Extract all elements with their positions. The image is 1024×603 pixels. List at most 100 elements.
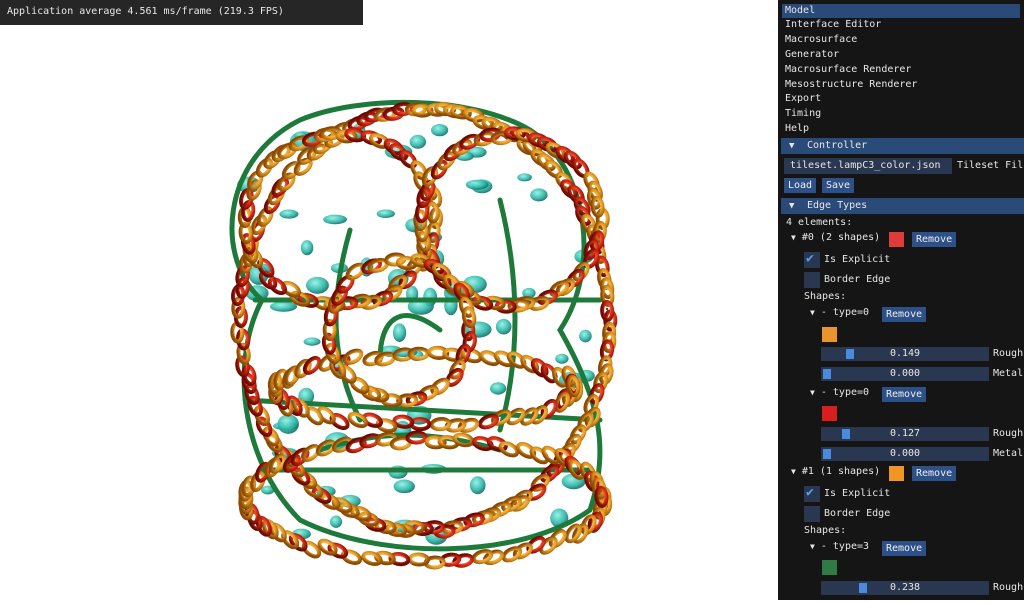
controller-header[interactable]: ▼ Controller bbox=[781, 138, 1024, 154]
shape-1-0-remove-button[interactable]: Remove bbox=[882, 541, 927, 556]
red-torus bbox=[398, 149, 418, 169]
slider-value: 0.000 bbox=[889, 448, 921, 459]
orange-torus bbox=[498, 441, 520, 458]
shape-1-0-toggle[interactable]: ▼ - type=3 bbox=[810, 540, 869, 554]
tileset-path-input[interactable]: tileset.lampC3_color.json bbox=[784, 158, 952, 174]
edge-0-is-explicit-label: Is Explicit bbox=[824, 254, 891, 265]
shape-0-0-roughness-slider[interactable]: 0.149 bbox=[821, 347, 989, 361]
edge-0-color-swatch[interactable] bbox=[889, 232, 904, 247]
edge-0-is-explicit-checkbox[interactable]: ✔ bbox=[804, 251, 820, 268]
teal-tile bbox=[431, 123, 449, 137]
shape-1-0-color-swatch[interactable] bbox=[822, 560, 837, 575]
menu-item-help[interactable]: Help bbox=[782, 122, 1020, 136]
shape-0-0-title: - type=0 bbox=[820, 307, 870, 318]
tree-expand-icon: ▼ bbox=[810, 308, 815, 317]
orange-torus bbox=[349, 376, 370, 395]
slider-value: 0.127 bbox=[889, 428, 921, 439]
teal-tile bbox=[489, 382, 507, 395]
3d-viewport[interactable] bbox=[0, 25, 778, 600]
teal-tile bbox=[555, 353, 569, 364]
shape-1-0-roughness-slider[interactable]: 0.238 bbox=[821, 581, 989, 595]
teal-tile bbox=[469, 476, 486, 495]
orange-torus bbox=[342, 348, 364, 365]
edge-item-0-toggle[interactable]: ▼ #0 (2 shapes) bbox=[791, 231, 880, 245]
tileset-file-label: Tileset Fil bbox=[957, 160, 1024, 171]
edge-1-border-edge-checkbox[interactable] bbox=[804, 506, 820, 522]
edge-0-remove-button[interactable]: Remove bbox=[912, 232, 957, 247]
save-button[interactable]: Save bbox=[822, 178, 855, 193]
shape-0-1-color-swatch[interactable] bbox=[822, 406, 837, 421]
menu-item-macrosurface[interactable]: Macrosurface bbox=[782, 33, 1020, 47]
torus-body bbox=[349, 376, 370, 395]
tree-expand-icon: ▼ bbox=[810, 542, 815, 551]
shape-0-0-metallic-slider[interactable]: 0.000 bbox=[821, 367, 989, 381]
edge-1-color-swatch[interactable] bbox=[889, 466, 904, 481]
torus-body bbox=[498, 441, 520, 458]
tree-expand-icon: ▼ bbox=[791, 233, 796, 242]
teal-tile bbox=[517, 173, 532, 182]
roughness-label: Rough bbox=[993, 582, 1024, 593]
edge-types-header-label: Edge Types bbox=[807, 200, 868, 211]
shape-0-0-remove-button[interactable]: Remove bbox=[882, 307, 927, 322]
teal-tile bbox=[392, 323, 407, 342]
metallic-label: Metal bbox=[993, 368, 1024, 379]
shape-0-1-remove-button[interactable]: Remove bbox=[882, 387, 927, 402]
edge-1-remove-button[interactable]: Remove bbox=[912, 466, 957, 481]
edge-1-is-explicit-label: Is Explicit bbox=[824, 488, 891, 499]
menu-item-export[interactable]: Export bbox=[782, 92, 1020, 106]
fps-overlay: Application average 4.561 ms/frame (219.… bbox=[0, 0, 363, 25]
teal-tile bbox=[579, 329, 592, 343]
stray-dot bbox=[605, 307, 609, 311]
checkmark-icon: ✔ bbox=[806, 251, 814, 266]
shape-0-1-metallic-slider[interactable]: 0.000 bbox=[821, 447, 989, 461]
slider-value: 0.238 bbox=[889, 582, 921, 593]
shape-0-1-title: - type=0 bbox=[820, 387, 870, 398]
teal-tile bbox=[393, 479, 415, 494]
collapse-arrow-icon: ▼ bbox=[789, 201, 795, 211]
menu-item-timing[interactable]: Timing bbox=[782, 107, 1020, 121]
teal-tile bbox=[530, 188, 548, 202]
teal-tile bbox=[495, 318, 512, 335]
menu-item-generator[interactable]: Generator bbox=[782, 48, 1020, 62]
roughness-label: Rough bbox=[993, 348, 1024, 359]
collapse-arrow-icon: ▼ bbox=[789, 141, 795, 151]
menu-item-mesostructure-renderer[interactable]: Mesostructure Renderer bbox=[782, 78, 1020, 92]
edge-item-0-title: #0 (2 shapes) bbox=[801, 232, 881, 243]
load-button[interactable]: Load bbox=[784, 178, 817, 193]
teal-tile bbox=[409, 134, 427, 149]
edge-1-border-edge-label: Border Edge bbox=[824, 508, 891, 519]
teal-tile bbox=[323, 214, 348, 225]
menu-item-interface-editor[interactable]: Interface Editor bbox=[782, 18, 1020, 32]
edge-types-header[interactable]: ▼ Edge Types bbox=[781, 198, 1024, 214]
shape-0-1-toggle[interactable]: ▼ - type=0 bbox=[810, 386, 869, 400]
shape-0-1-roughness-slider[interactable]: 0.127 bbox=[821, 427, 989, 441]
teal-tile bbox=[376, 209, 395, 218]
edge-item-1-title: #1 (1 shapes) bbox=[801, 466, 881, 477]
controller-header-label: Controller bbox=[807, 140, 868, 151]
edge-1-shapes-label: Shapes: bbox=[804, 525, 847, 536]
edge-1-is-explicit-checkbox[interactable]: ✔ bbox=[804, 485, 820, 502]
rod-segment bbox=[497, 197, 518, 433]
teal-tile bbox=[269, 301, 298, 312]
slider-value: 0.149 bbox=[889, 348, 921, 359]
slider-value: 0.000 bbox=[889, 368, 921, 379]
shape-0-0-color-swatch[interactable] bbox=[822, 327, 837, 342]
shape-1-0-title: - type=3 bbox=[820, 541, 870, 552]
torus-rings bbox=[230, 101, 618, 570]
tree-expand-icon: ▼ bbox=[791, 467, 796, 476]
menu-item-model[interactable]: Model bbox=[782, 4, 1020, 18]
teal-tile bbox=[277, 414, 299, 434]
roughness-label: Rough bbox=[993, 428, 1024, 439]
menu-item-macrosurface-renderer[interactable]: Macrosurface Renderer bbox=[782, 63, 1020, 77]
lamp-mesostructure-render bbox=[229, 99, 618, 570]
edge-0-border-edge-checkbox[interactable] bbox=[804, 272, 820, 288]
shape-0-0-toggle[interactable]: ▼ - type=0 bbox=[810, 306, 869, 320]
teal-tile bbox=[300, 240, 314, 256]
teal-tile bbox=[329, 515, 343, 528]
edge-0-border-edge-label: Border Edge bbox=[824, 274, 891, 285]
orange-torus bbox=[501, 546, 523, 563]
teal-tile bbox=[465, 179, 489, 190]
edge-item-1-toggle[interactable]: ▼ #1 (1 shapes) bbox=[791, 465, 880, 479]
torus-body bbox=[501, 546, 523, 563]
control-panel: Model Interface Editor Macrosurface Gene… bbox=[778, 0, 1024, 600]
